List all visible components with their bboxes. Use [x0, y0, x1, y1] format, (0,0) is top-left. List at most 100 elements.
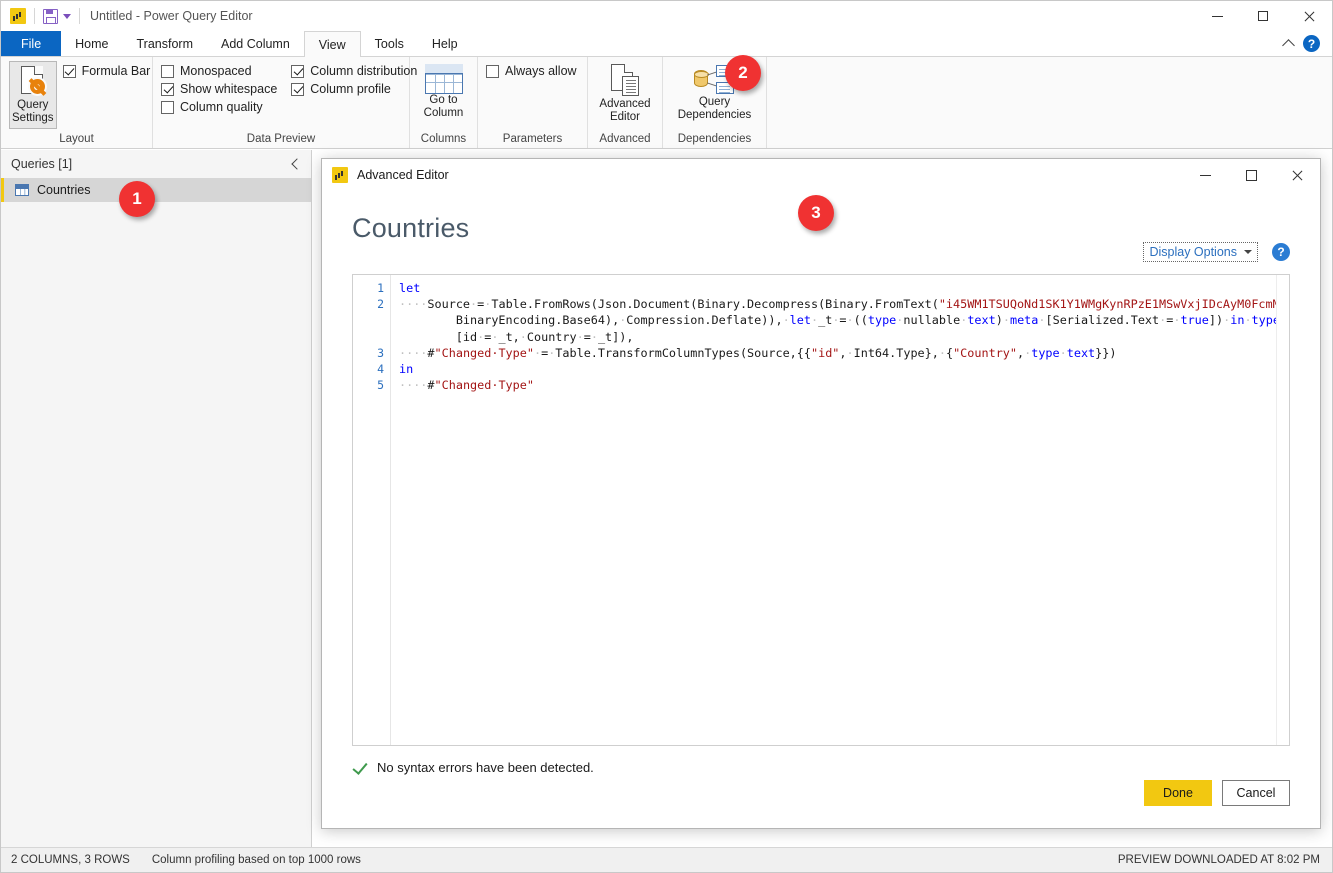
go-to-column-button[interactable]: Go to Column — [418, 61, 469, 123]
help-icon[interactable]: ? — [1303, 35, 1320, 52]
syntax-status-row: No syntax errors have been detected. — [352, 760, 1320, 775]
tab-add-column[interactable]: Add Column — [207, 31, 304, 56]
checkbox-label-always-allow: Always allow — [505, 64, 577, 78]
check-mark-icon — [352, 760, 367, 775]
dialog-maximize-button[interactable] — [1228, 159, 1274, 191]
chevron-left-icon[interactable] — [291, 158, 302, 169]
tab-help[interactable]: Help — [418, 31, 472, 56]
cancel-button[interactable]: Cancel — [1222, 780, 1290, 806]
advanced-editor-icon — [607, 64, 643, 98]
data-preview-checkbox-list-1: Monospaced Show whitespace Column qualit… — [161, 61, 277, 114]
query-item-label: Countries — [37, 183, 91, 197]
dialog-minimize-button[interactable] — [1182, 159, 1228, 191]
advanced-editor-button[interactable]: Advanced Editor — [596, 61, 654, 127]
line-number: 1 — [353, 280, 390, 296]
queries-pane-header: Queries [1] — [1, 150, 311, 178]
caret-down-icon[interactable] — [63, 14, 71, 19]
line-number — [353, 329, 390, 345]
checkbox-box-always-allow[interactable] — [486, 65, 499, 78]
code-line-2b: BinaryEncoding.Base64),·Compression.Defl… — [399, 312, 1289, 328]
minimize-icon — [1212, 16, 1223, 17]
code-scrollbar-vertical[interactable] — [1276, 275, 1289, 745]
checkbox-label-column-quality: Column quality — [180, 100, 263, 114]
layout-checkbox-list: Formula Bar — [63, 61, 151, 78]
ribbon-tab-strip: File Home Transform Add Column View Tool… — [1, 31, 1332, 57]
display-options-label: Display Options — [1149, 245, 1237, 259]
checkbox-box-show-whitespace[interactable] — [161, 83, 174, 96]
queries-header-label: Queries [1] — [11, 157, 72, 171]
checkbox-box-column-distribution[interactable] — [291, 65, 304, 78]
code-line-5: ····#"Changed·Type" — [399, 377, 1289, 393]
query-settings-label-1: Query — [17, 99, 48, 112]
tab-transform[interactable]: Transform — [123, 31, 208, 56]
advanced-editor-label-1: Advanced — [599, 98, 650, 111]
data-preview-checkbox-list-2: Column distribution Column profile — [291, 61, 417, 96]
code-gutter: 1 2 3 4 5 — [353, 275, 391, 745]
dialog-help-icon[interactable]: ? — [1272, 243, 1290, 261]
code-line-2c: [id·=·_t,·Country·=·_t]), — [399, 329, 1289, 345]
dialog-footer: Done Cancel — [322, 780, 1320, 828]
minimize-icon-dialog — [1200, 175, 1211, 176]
ribbon-group-data-preview: Monospaced Show whitespace Column qualit… — [153, 57, 410, 148]
save-icon[interactable] — [43, 9, 58, 24]
checkbox-label-column-distribution: Column distribution — [310, 64, 417, 78]
maximize-icon — [1258, 11, 1268, 21]
code-editor[interactable]: 1 2 3 4 5 let····Source·=·Table.FromRows… — [352, 274, 1290, 746]
tab-file[interactable]: File — [1, 31, 61, 56]
tab-tools[interactable]: Tools — [361, 31, 418, 56]
annotation-badge-1: 1 — [119, 181, 155, 217]
query-settings-icon — [17, 65, 49, 99]
advanced-editor-label-2: Editor — [610, 111, 640, 124]
checkbox-show-whitespace[interactable]: Show whitespace — [161, 82, 277, 96]
power-bi-logo-icon — [10, 8, 26, 24]
checkbox-box-column-quality[interactable] — [161, 101, 174, 114]
checkbox-label-formula-bar: Formula Bar — [82, 64, 151, 78]
dialog-close-button[interactable] — [1274, 159, 1320, 191]
close-icon-dialog — [1292, 170, 1303, 181]
queries-countries-item[interactable]: Countries — [1, 178, 311, 202]
query-dependencies-label-2: Dependencies — [678, 109, 752, 122]
checkbox-column-profile[interactable]: Column profile — [291, 82, 417, 96]
go-to-column-label-2: Column — [424, 107, 464, 120]
checkbox-label-monospaced: Monospaced — [180, 64, 252, 78]
toolbar-divider — [34, 8, 35, 24]
status-profiling[interactable]: Column profiling based on top 1000 rows — [152, 854, 361, 866]
ribbon-group-advanced: Advanced Editor Advanced — [588, 57, 663, 148]
query-settings-label-2: Settings — [12, 112, 54, 125]
query-settings-button[interactable]: Query Settings — [9, 61, 57, 129]
checkbox-box-column-profile[interactable] — [291, 83, 304, 96]
line-number: 3 — [353, 345, 390, 361]
checkbox-box-formula-bar[interactable] — [63, 65, 76, 78]
dialog-window-controls — [1182, 159, 1320, 191]
power-query-editor-window: Untitled - Power Query Editor File Home … — [0, 0, 1333, 873]
chevron-up-icon[interactable] — [1282, 39, 1295, 52]
dialog-title-bar: Advanced Editor — [322, 159, 1320, 191]
code-text[interactable]: let····Source·=·Table.FromRows(Json.Docu… — [391, 275, 1289, 745]
close-button[interactable] — [1286, 1, 1332, 31]
code-line-3: ····#"Changed·Type"·=·Table.TransformCol… — [399, 345, 1289, 361]
dialog-options-row: Display Options ? — [322, 238, 1320, 262]
checkbox-column-quality[interactable]: Column quality — [161, 100, 277, 114]
tab-view[interactable]: View — [304, 31, 361, 57]
display-options-button[interactable]: Display Options — [1143, 242, 1258, 262]
checkbox-label-column-profile: Column profile — [310, 82, 391, 96]
status-bar-left: 2 COLUMNS, 3 ROWS Column profiling based… — [1, 854, 361, 866]
power-bi-logo-icon-dialog — [332, 167, 348, 183]
ribbon-group-columns: Go to Column Columns — [410, 57, 478, 148]
checkbox-column-distribution[interactable]: Column distribution — [291, 64, 417, 78]
maximize-button[interactable] — [1240, 1, 1286, 31]
done-button[interactable]: Done — [1144, 780, 1212, 806]
close-icon — [1304, 11, 1315, 22]
checkbox-formula-bar[interactable]: Formula Bar — [63, 64, 151, 78]
status-bar: 2 COLUMNS, 3 ROWS Column profiling based… — [1, 847, 1332, 872]
checkbox-always-allow[interactable]: Always allow — [486, 64, 577, 78]
go-to-column-label-1: Go to — [429, 94, 457, 107]
toolbar-divider-2 — [79, 8, 80, 24]
tab-home[interactable]: Home — [61, 31, 122, 56]
checkbox-monospaced[interactable]: Monospaced — [161, 64, 277, 78]
checkbox-box-monospaced[interactable] — [161, 65, 174, 78]
table-icon — [15, 184, 29, 196]
parameters-checkbox-list: Always allow — [486, 61, 577, 78]
minimize-button[interactable] — [1194, 1, 1240, 31]
line-number: 4 — [353, 361, 390, 377]
